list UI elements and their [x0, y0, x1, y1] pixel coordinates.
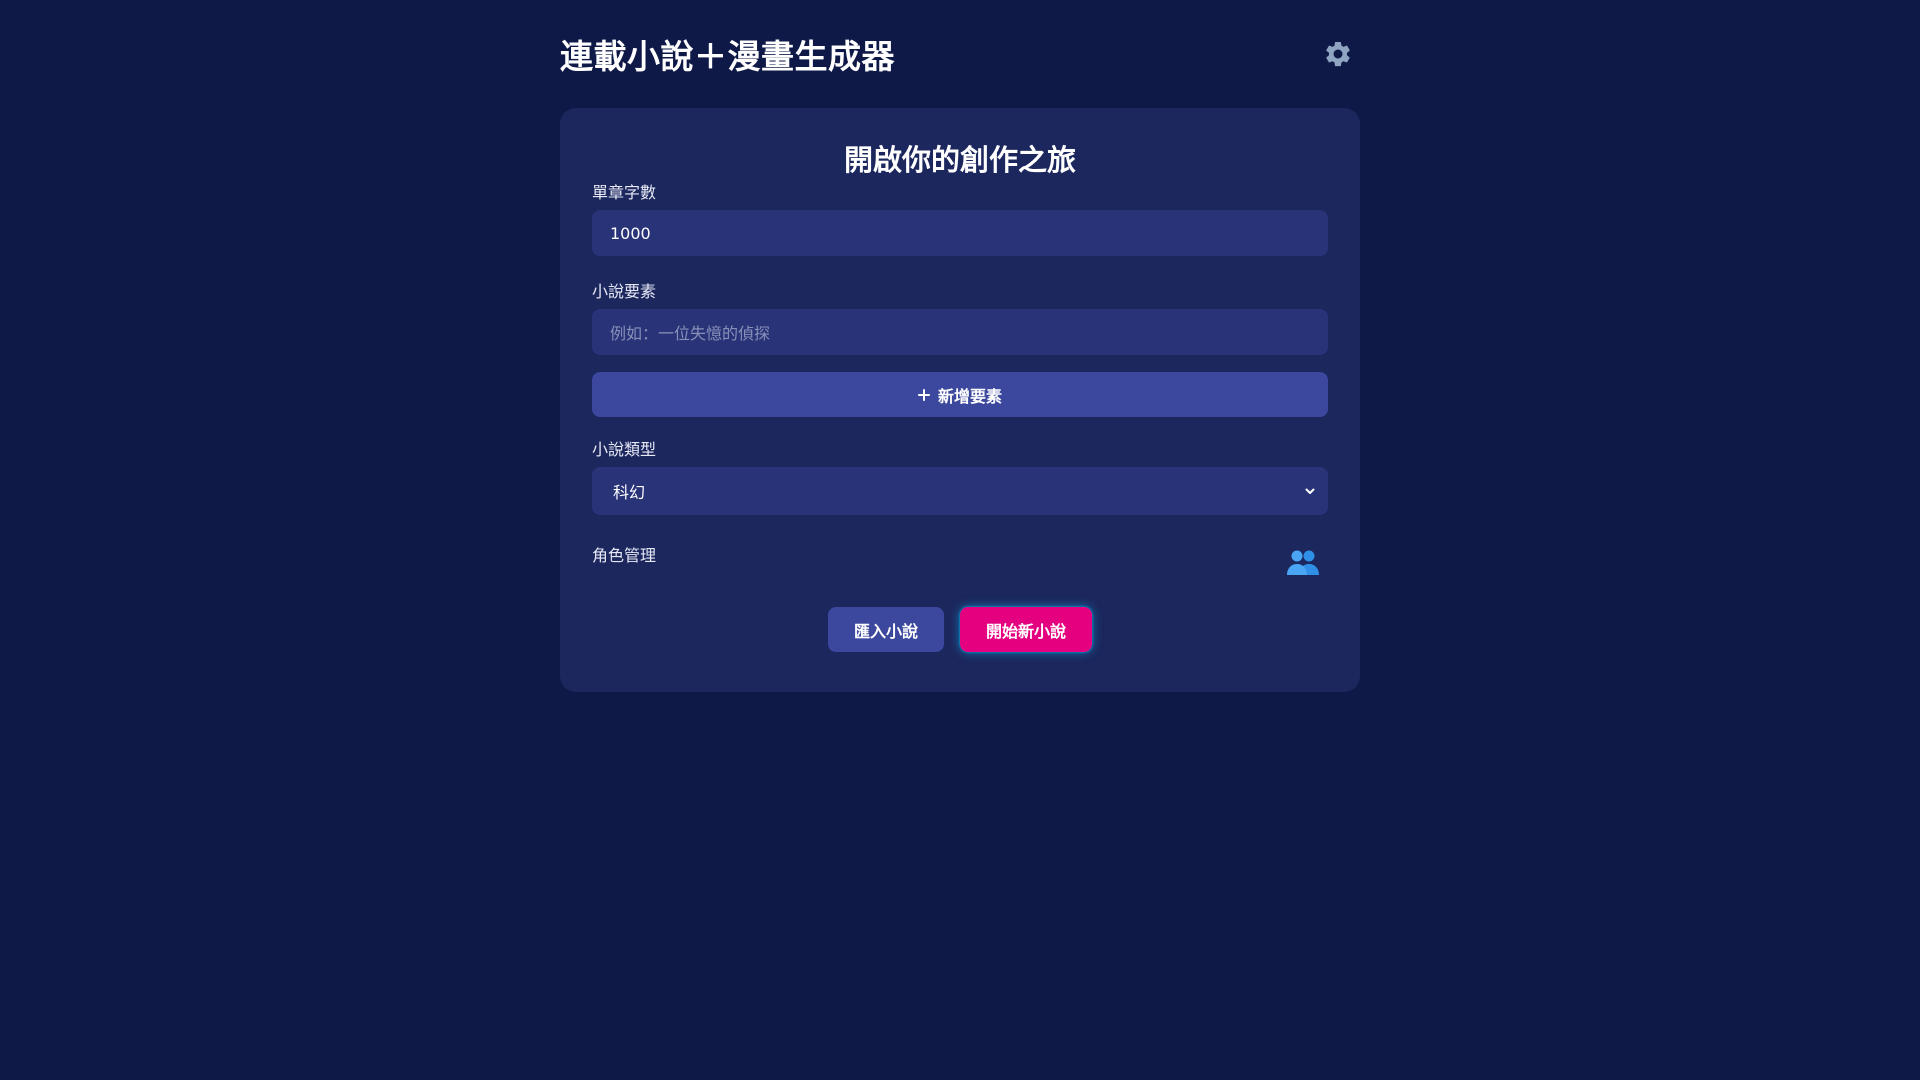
card-title: 開啟你的創作之旅: [843, 143, 1076, 177]
genre-select[interactable]: 科幻: [592, 467, 1328, 515]
people-icon: [1287, 550, 1319, 575]
import-novel-button[interactable]: 匯入小說: [828, 607, 944, 652]
elements-label: 小說要素: [592, 282, 657, 301]
app-header: 連載小說＋漫畫生成器: [560, 30, 1360, 78]
add-element-label: 新增要素: [937, 386, 1002, 406]
character-management-row: 角色管理: [592, 545, 1328, 577]
app-title: 連載小說＋漫畫生成器: [560, 37, 895, 76]
plus-icon: [917, 388, 930, 401]
gear-icon: [1326, 41, 1350, 67]
character-management-button[interactable]: [1286, 547, 1320, 577]
action-buttons: 匯入小說 開始新小說: [592, 607, 1328, 652]
genre-selected-value: 科幻: [613, 483, 646, 502]
word-count-input[interactable]: 1000: [592, 210, 1328, 256]
genre-label: 小說類型: [592, 440, 657, 459]
add-element-button[interactable]: 新增要素: [592, 372, 1328, 417]
character-management-label: 角色管理: [592, 546, 657, 565]
elements-input[interactable]: 例如：一位失憶的偵探: [592, 309, 1328, 355]
word-count-label: 單章字數: [592, 183, 657, 202]
chevron-down-icon: [1305, 488, 1315, 494]
create-card: 開啟你的創作之旅 單章字數 1000 小說要素 例如：一位失憶的偵探 新增要素 …: [560, 108, 1360, 692]
start-novel-button[interactable]: 開始新小說: [960, 607, 1092, 652]
settings-button[interactable]: [1320, 36, 1356, 72]
